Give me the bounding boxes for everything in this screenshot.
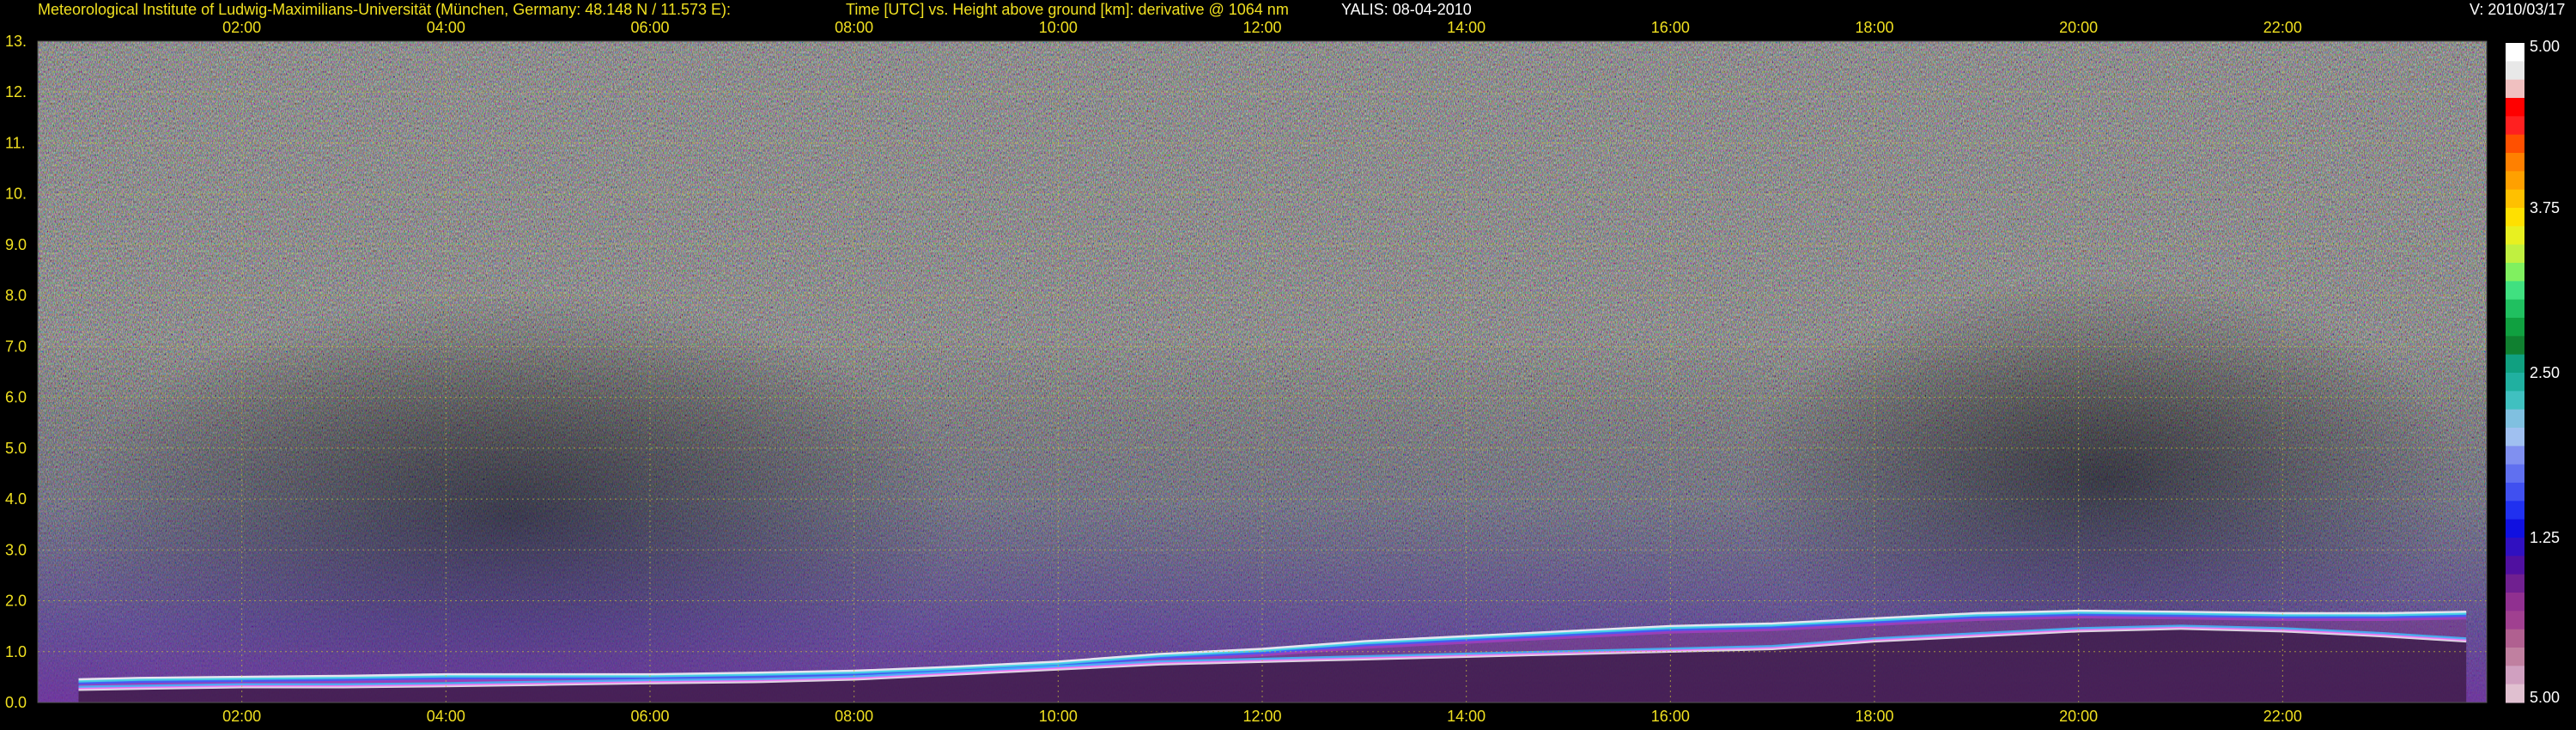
- x-tick-label-top: 04:00: [427, 19, 465, 36]
- colorbar-label: 1.25: [2530, 529, 2560, 546]
- y-tick-label: 8.0: [5, 287, 27, 304]
- colorbar-label: 3.75: [2530, 199, 2560, 216]
- colorbar-swatch: [2506, 446, 2524, 465]
- y-tick-label: 12.: [5, 83, 27, 100]
- colorbar-swatch: [2506, 409, 2524, 429]
- institute-label: Meteorological Institute of Ludwig-Maxim…: [38, 1, 732, 18]
- colorbar-swatch: [2506, 98, 2524, 117]
- colorbar-swatch: [2506, 556, 2524, 575]
- colorbar-swatch: [2506, 134, 2524, 154]
- colorbar-swatch: [2506, 666, 2524, 685]
- colorbar-label: 5.00: [2530, 38, 2560, 55]
- y-tick-label: 9.0: [5, 236, 27, 253]
- x-tick-label-bottom: 18:00: [1855, 708, 1893, 725]
- colorbar-swatch: [2506, 464, 2524, 484]
- colorbar-swatch: [2506, 684, 2524, 703]
- colorbar-swatch: [2506, 226, 2524, 246]
- colorbar-swatch: [2506, 244, 2524, 264]
- x-tick-label-bottom: 16:00: [1651, 708, 1690, 725]
- colorbar-swatch: [2506, 593, 2524, 611]
- colorbar-swatch: [2506, 318, 2524, 337]
- x-tick-label-top: 20:00: [2059, 19, 2098, 36]
- y-tick-label: 3.0: [5, 541, 27, 558]
- colorbar-swatch: [2506, 428, 2524, 447]
- colorbar-swatch: [2506, 299, 2524, 319]
- colorbar-swatch: [2506, 373, 2524, 392]
- colorbar-swatch: [2506, 281, 2524, 301]
- y-tick-label: 5.0: [5, 440, 27, 457]
- colorbar-swatch: [2506, 153, 2524, 172]
- lidar-chart: 02:00 04:00 06:00 08:00 10:00 12:00 14:00 16:00…: [5, 19, 2560, 725]
- colorbar-swatch: [2506, 263, 2524, 282]
- x-tick-label-bottom: 22:00: [2263, 708, 2302, 725]
- colorbar-swatch: [2506, 171, 2524, 191]
- x-tick-label-bottom: 02:00: [222, 708, 261, 725]
- x-tick-label-bottom: 20:00: [2059, 708, 2098, 725]
- y-tick-label: 2.0: [5, 593, 27, 610]
- x-tick-label-top: 18:00: [1855, 19, 1893, 36]
- colorbar-swatch: [2506, 354, 2524, 374]
- x-tick-label-top: 14:00: [1447, 19, 1485, 36]
- colorbar-swatch: [2506, 538, 2524, 557]
- y-tick-label: 1.0: [5, 643, 27, 660]
- colorbar-swatch: [2506, 391, 2524, 411]
- colorbar-swatch: [2506, 79, 2524, 99]
- colorbar-swatch: [2506, 61, 2524, 81]
- colorbar-swatch: [2506, 574, 2524, 593]
- x-tick-label-top: 06:00: [630, 19, 669, 36]
- x-tick-label-top: 10:00: [1039, 19, 1078, 36]
- x-tick-label-bottom: 04:00: [427, 708, 465, 725]
- colorbar-swatch: [2506, 519, 2524, 538]
- x-tick-label-bottom: 10:00: [1039, 708, 1078, 725]
- colorbar-swatch: [2506, 648, 2524, 666]
- colorbar-swatch: [2506, 501, 2524, 520]
- y-tick-label: 7.0: [5, 338, 27, 355]
- colorbar-label: 2.50: [2530, 364, 2560, 381]
- chart-description: Time [UTC] vs. Height above ground [km]:…: [846, 1, 1289, 18]
- colorbar-swatch: [2506, 43, 2524, 62]
- y-tick-label: 10.: [5, 186, 27, 203]
- colorbar-swatch: [2506, 208, 2524, 227]
- x-tick-label-top: 02:00: [222, 19, 261, 36]
- version-label: V: 2010/03/17: [2470, 1, 2566, 18]
- y-tick-label: 4.0: [5, 490, 27, 508]
- x-tick-label-top: 16:00: [1651, 19, 1690, 36]
- colorbar-swatch: [2506, 116, 2524, 136]
- x-tick-label-top: 22:00: [2263, 19, 2302, 36]
- y-tick-label: 13.: [5, 33, 27, 50]
- x-tick-label-bottom: 12:00: [1242, 708, 1281, 725]
- colorbar-label: 5.00: [2530, 689, 2560, 706]
- x-tick-label-bottom: 06:00: [630, 708, 669, 725]
- x-tick-label-top: 08:00: [835, 19, 873, 36]
- colorbar-swatch: [2506, 189, 2524, 209]
- x-tick-label-bottom: 08:00: [835, 708, 873, 725]
- x-tick-label-bottom: 14:00: [1447, 708, 1485, 725]
- colorbar-swatch: [2506, 629, 2524, 648]
- y-tick-label: 0.0: [5, 694, 27, 711]
- instrument-date: YALIS: 08-04-2010: [1341, 1, 1472, 18]
- x-tick-label-top: 12:00: [1242, 19, 1281, 36]
- plot-area: [38, 41, 2487, 703]
- colorbar-swatch: [2506, 611, 2524, 630]
- y-tick-label: 11.: [5, 134, 26, 151]
- colorbar-swatch: [2506, 483, 2524, 502]
- y-tick-label: 6.0: [5, 389, 27, 406]
- colorbar-swatch: [2506, 336, 2524, 356]
